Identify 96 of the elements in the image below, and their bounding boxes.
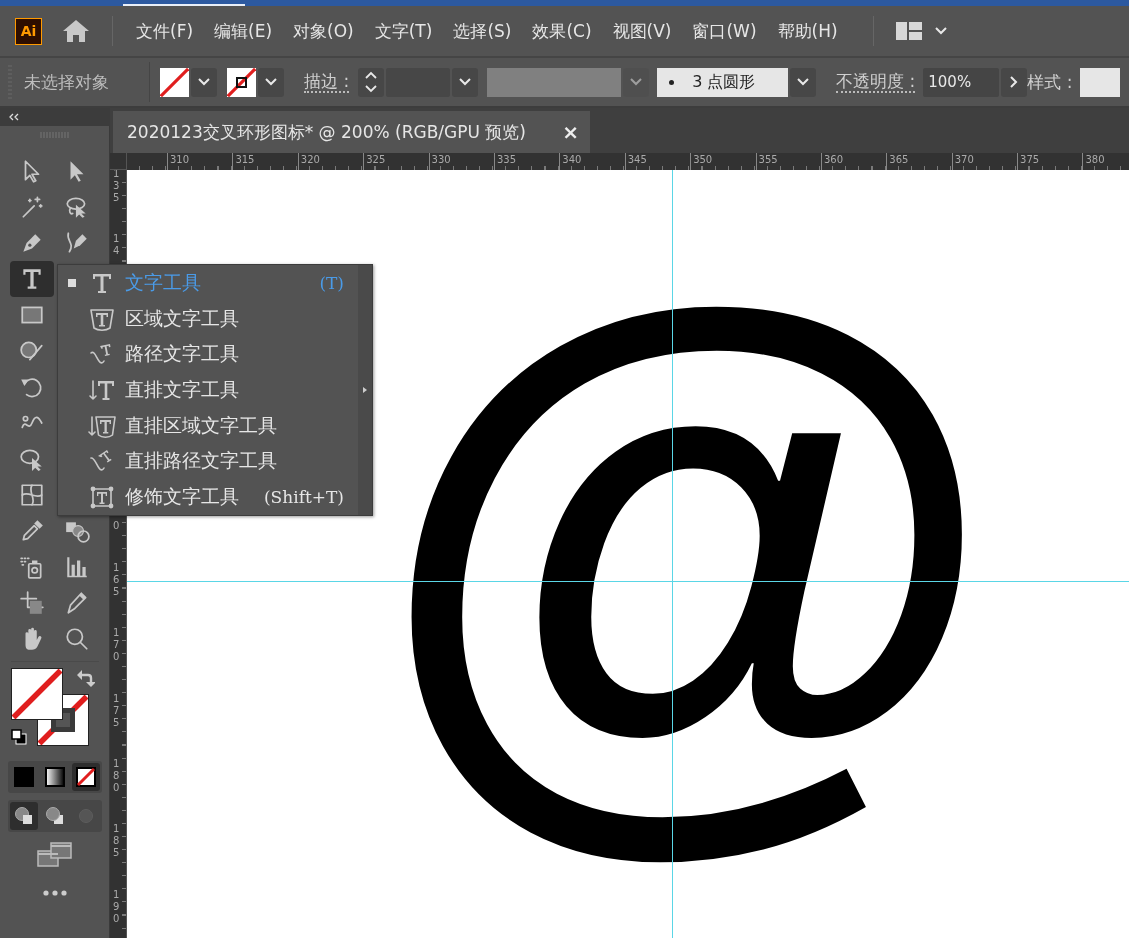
- ruler-label: 0: [113, 519, 120, 533]
- menu-item[interactable]: 路径文字工具: [58, 336, 358, 373]
- menu-item[interactable]: 文件(F): [136, 19, 194, 43]
- fill-swatch[interactable]: [10, 668, 63, 720]
- spray-can-icon: [19, 554, 45, 580]
- stroke-weight-stepper[interactable]: [358, 67, 385, 97]
- opacity-arrow-button[interactable]: [1001, 67, 1028, 97]
- ruler-label: 165: [113, 561, 120, 599]
- stroke-dropdown[interactable]: [258, 67, 284, 97]
- app-logo: Ai: [15, 17, 42, 45]
- chevron-down-icon: [264, 77, 278, 87]
- ruler-label: 175: [113, 692, 120, 730]
- chevron-down-icon: [933, 26, 948, 36]
- ruler-label: 185: [113, 823, 120, 861]
- menu-item[interactable]: 窗口(W): [692, 19, 757, 43]
- menu-item[interactable]: 直排区域文字工具: [58, 407, 358, 444]
- menu-item[interactable]: 直排路径文字工具: [58, 443, 358, 480]
- layout-panels-icon: [895, 21, 922, 41]
- menu-item-label: 直排区域文字工具: [125, 412, 277, 438]
- none-slash-icon: [37, 695, 88, 745]
- gradient-square-icon: [44, 767, 65, 787]
- overlap-circle-square-icon: [13, 806, 34, 826]
- none-slash-icon: [11, 669, 62, 719]
- workspace-switcher[interactable]: [895, 21, 948, 41]
- more-dots-icon[interactable]: [42, 890, 67, 896]
- opacity-field[interactable]: 100%: [923, 67, 1000, 97]
- style-label: 样式 :: [1027, 70, 1073, 94]
- mode-button[interactable]: [9, 802, 38, 830]
- menu-item-label: 直排文字工具: [125, 377, 239, 402]
- dot-icon: [669, 79, 675, 85]
- chevron-down-icon: [197, 77, 211, 87]
- chevron-down-icon: [796, 77, 811, 87]
- brush-label: 3 点圆形: [692, 71, 756, 93]
- opacity-link[interactable]: 不透明度 :: [836, 71, 916, 93]
- shortcut-label: (T): [319, 272, 344, 293]
- bar-chart-icon: [64, 554, 90, 580]
- small-triangle-right-icon: [363, 387, 367, 393]
- menu-item[interactable]: 文字(T): [374, 19, 433, 43]
- up-down-chevron-icon: [364, 69, 379, 95]
- solid-square-icon: [13, 767, 34, 787]
- slashed-square-icon: [75, 767, 96, 787]
- fill-dropdown[interactable]: [191, 67, 217, 97]
- overlap-circle-square-icon: [44, 806, 65, 826]
- brush-dropdown[interactable]: 3 点圆形: [657, 67, 789, 97]
- ruler-label: 170: [113, 627, 120, 665]
- pen-curve-icon: [64, 230, 90, 256]
- mesh-grid-icon: [19, 482, 45, 508]
- swap-arrow-icon[interactable]: [76, 669, 95, 687]
- menu-item[interactable]: 区域文字工具: [58, 300, 358, 337]
- eyedropper-icon: [19, 518, 45, 544]
- fill-swatch[interactable]: [160, 67, 189, 97]
- default-colors-icon[interactable]: [10, 729, 27, 745]
- menu-item[interactable]: 编辑(E): [214, 19, 273, 43]
- width-profile-caret[interactable]: [623, 67, 650, 97]
- menu-item[interactable]: 对象(O): [293, 19, 354, 43]
- menu-item-label: 路径文字工具: [125, 341, 239, 367]
- style-swatch[interactable]: [1080, 67, 1121, 97]
- stroke-swatch[interactable]: [227, 67, 256, 97]
- menu-item[interactable]: 视图(V): [612, 19, 672, 43]
- stroke-weight-dropdown[interactable]: [452, 67, 479, 97]
- menu-item[interactable]: 直排文字工具: [58, 372, 358, 408]
- menu-item[interactable]: 效果(C): [532, 19, 592, 43]
- arrow-t-icon: [88, 377, 116, 403]
- menu-item-label: 文字工具: [125, 269, 201, 295]
- close-tab-button[interactable]: ×: [562, 120, 579, 144]
- ruler-label: 14: [113, 233, 120, 259]
- magnifier-icon: [64, 626, 90, 652]
- t-frame-icon: [88, 484, 116, 511]
- ruler-label: 190: [113, 888, 120, 926]
- shortcut-label: (Shift+T): [264, 487, 344, 508]
- chevron-down-icon: [458, 77, 473, 87]
- none-slash-icon: [160, 67, 189, 97]
- menu-item-label: 修饰文字工具: [125, 484, 239, 510]
- chevron-down-icon: [629, 77, 644, 87]
- chevron-right-icon: [1009, 75, 1020, 89]
- brush-caret[interactable]: [790, 67, 817, 97]
- menu-item[interactable]: 修饰文字工具 (Shift+T): [58, 479, 358, 516]
- artboard-icon: [19, 590, 45, 616]
- menu-item-label: 区域文字工具: [125, 305, 239, 331]
- overlapping-windows-icon[interactable]: [36, 842, 73, 868]
- double-chevron-left-icon[interactable]: [7, 113, 20, 121]
- tool-button[interactable]: [10, 261, 54, 297]
- document-tab[interactable]: 2020123交叉环形图标* @ 200% (RGB/GPU 预览) ×: [113, 111, 590, 153]
- mode-button[interactable]: [71, 763, 100, 791]
- square-bullet-icon: [68, 278, 76, 287]
- stroke-link[interactable]: 描边 :: [304, 71, 350, 93]
- menu-item[interactable]: 帮助(H): [777, 19, 838, 43]
- none-slash-icon: [227, 67, 256, 97]
- ruler-label: 135: [113, 170, 120, 205]
- selection-status-label: 未选择对象: [24, 70, 109, 94]
- pencil-icon: [64, 590, 90, 616]
- home-icon[interactable]: [62, 18, 90, 44]
- menu-item[interactable]: 选择(S): [453, 19, 512, 43]
- document-title: 2020123交叉环形图标* @ 200% (RGB/GPU 预览): [127, 120, 526, 144]
- menu-item-label: 直排路径文字工具: [125, 448, 277, 474]
- ruler-label: 180: [113, 757, 120, 795]
